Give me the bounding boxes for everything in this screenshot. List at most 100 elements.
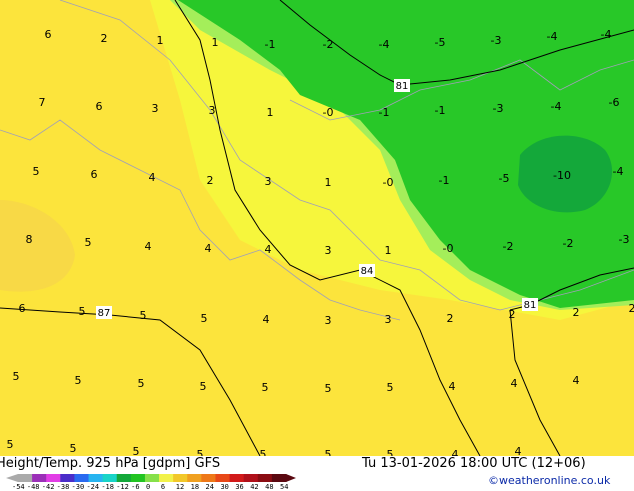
temp-value: 5 [33,165,40,178]
temp-value: -5 [499,172,510,185]
colorbar-swatch [60,474,75,482]
colorbar-swatch [244,474,259,482]
temp-value: -4 [551,100,562,113]
colorbar-swatch [230,474,245,482]
contour-label: 81 [396,81,409,92]
temp-value: -1 [265,38,276,51]
temp-value: 7 [39,96,46,109]
temp-value: 4 [263,313,270,326]
temp-value: 6 [96,100,103,113]
weather-map: 81 84 87 81 6211-1-2-4-5-3-4-476331-0-1-… [0,0,634,456]
temp-value: 3 [209,104,216,117]
colorbar-swatch [173,474,188,482]
colorbar-swatch [272,474,287,482]
temp-value: 5 [325,448,332,456]
colorbar-swatch [89,474,104,482]
temp-value: 4 [449,380,456,393]
temp-value: 2 [509,308,516,321]
temp-value: -1 [435,104,446,117]
temp-value: -3 [493,102,504,115]
temp-value: 5 [85,236,92,249]
temp-value: 3 [152,102,159,115]
temp-value: 5 [262,381,269,394]
temp-value: 5 [79,305,86,318]
temp-value: -1 [439,174,450,187]
temp-value: 6 [91,168,98,181]
temp-value: 5 [325,382,332,395]
colorbar-left-arrow [6,474,18,482]
temp-value: -0 [323,106,334,119]
temp-value: 1 [212,36,219,49]
temp-value: 1 [385,244,392,257]
colorbar-swatch [145,474,160,482]
colorbar-swatch [131,474,146,482]
temp-value: 2 [207,174,214,187]
temp-value: 4 [265,243,272,256]
temp-value: 5 [387,448,394,456]
temp-value: 4 [515,445,522,456]
temp-value: 1 [267,106,274,119]
colorbar-swatch [103,474,118,482]
temp-value: 4 [149,171,156,184]
temp-value: -0 [443,242,454,255]
temp-value: 4 [145,240,152,253]
temp-value: 2 [629,302,634,315]
colorbar-right-arrow [286,474,296,482]
temp-value: -2 [323,38,334,51]
colorbar-swatch [258,474,273,482]
temp-value: 2 [447,312,454,325]
temp-value: -3 [619,233,630,246]
temp-value: 5 [197,448,204,456]
temp-value: 1 [325,176,332,189]
temp-value: 3 [325,314,332,327]
temp-value: 5 [70,442,77,455]
temp-value: 4 [573,374,580,387]
footer: Height/Temp. 925 hPa [gdpm] GFS Tu 13-01… [0,456,634,490]
temp-value: -4 [379,38,390,51]
contour-label: 84 [361,266,374,277]
colorbar-swatch [159,474,174,482]
temp-value: 4 [452,448,459,456]
temp-value: 5 [133,445,140,456]
temp-value: -4 [613,165,624,178]
temp-value: 4 [511,377,518,390]
colorbar-swatch [187,474,202,482]
temp-value: -4 [547,30,558,43]
colorbar-swatch [46,474,61,482]
temp-value: 3 [265,175,272,188]
temp-value: 5 [75,374,82,387]
temp-value: 1 [157,34,164,47]
temp-value: 6 [19,302,26,315]
temp-value: -2 [563,237,574,250]
temp-value: 2 [101,32,108,45]
colorbar-swatch [18,474,33,482]
temp-value: 5 [201,312,208,325]
colorbar-swatch [74,474,89,482]
temp-value: 5 [387,381,394,394]
colorbar-swatch [201,474,216,482]
contour-label: 81 [524,300,537,311]
temp-value: 5 [7,438,14,451]
temp-value: 5 [140,309,147,322]
temp-value: -4 [601,28,612,41]
map-title: Height/Temp. 925 hPa [gdpm] GFS [0,456,220,471]
colorbar-swatch [32,474,47,482]
temp-value: 6 [45,28,52,41]
temp-value: 5 [13,370,20,383]
temp-value: -10 [553,169,571,182]
credit-link[interactable]: ©weatheronline.co.uk [488,474,610,487]
temp-value: 3 [385,313,392,326]
temp-value: -3 [491,34,502,47]
temp-value: 5 [138,377,145,390]
temp-value: 4 [205,242,212,255]
temp-value: -1 [379,106,390,119]
colorbar-swatch [215,474,230,482]
temp-value: -0 [383,176,394,189]
colorbar-swatch [117,474,132,482]
temp-value: 8 [26,233,33,246]
temp-value: -6 [609,96,620,109]
temp-value: 5 [200,380,207,393]
valid-time: Tu 13-01-2026 18:00 UTC (12+06) [362,456,586,471]
temp-value: 2 [573,306,580,319]
temp-value: 5 [260,448,267,456]
